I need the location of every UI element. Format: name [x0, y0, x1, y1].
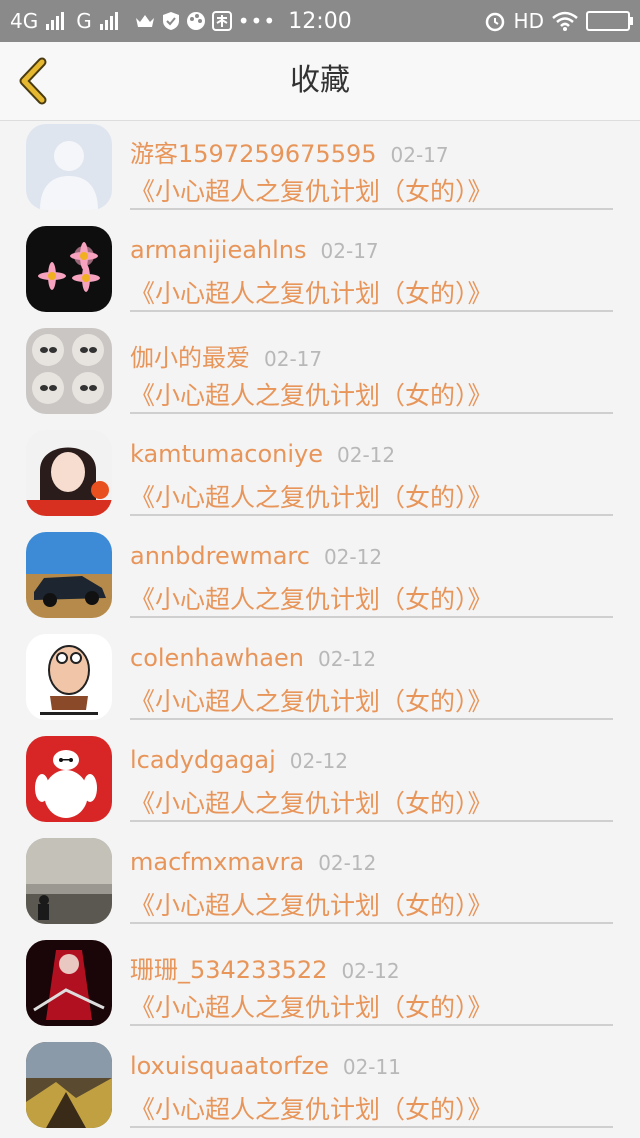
item-header: 游客1597259675595 02-17	[130, 134, 449, 168]
item-header: colenhawhaen 02-12	[130, 644, 376, 676]
item-title: 《小心超人之复仇计划（女的）》	[130, 177, 493, 206]
username: colenhawhaen	[130, 644, 304, 672]
date-label: 02-12	[289, 749, 348, 773]
item-title: 《小心超人之复仇计划（女的）》	[130, 1095, 493, 1124]
divider	[130, 310, 613, 312]
wifi-icon	[552, 11, 578, 31]
favorites-list: 游客1597259675595 02-17 《小心超人之复仇计划（女的）》 arm…	[0, 120, 640, 1138]
username: macfmxmavra	[130, 848, 305, 876]
item-title: 《小心超人之复仇计划（女的）》	[130, 993, 493, 1022]
item-title: 《小心超人之复仇计划（女的）》	[130, 789, 493, 818]
avatar	[26, 532, 112, 618]
page-title: 收藏	[290, 63, 350, 98]
status-bar: 4G G ••• 12:00 HD	[0, 0, 640, 42]
list-item[interactable]: lcadydgagaj 02-12 《小心超人之复仇计划（女的）》	[0, 734, 640, 836]
date-label: 02-12	[323, 545, 383, 569]
item-title: 《小心超人之复仇计划（女的）》	[130, 891, 493, 920]
avatar	[26, 124, 112, 210]
item-title: 《小心超人之复仇计划（女的）》	[130, 279, 493, 308]
nav-bar: 收藏	[0, 42, 640, 121]
flowers-avatar-icon	[26, 226, 112, 312]
username: 伽小的最爱	[130, 344, 250, 372]
username: loxuisquaatorfze	[130, 1052, 329, 1080]
list-item[interactable]: macfmxmavra 02-12 《小心超人之复仇计划（女的）》	[0, 836, 640, 938]
list-item[interactable]: 珊珊_534233522 02-12 《小心超人之复仇计划（女的）》	[0, 938, 640, 1040]
username: 珊珊_534233522	[130, 956, 328, 984]
divider	[130, 208, 613, 210]
username: armanijieahlns	[130, 236, 307, 264]
list-item[interactable]: kamtumaconiye 02-12 《小心超人之复仇计划（女的）》	[0, 428, 640, 530]
baymax-avatar-icon	[26, 736, 112, 822]
username: kamtumaconiye	[130, 440, 323, 468]
avatar	[26, 430, 112, 516]
divider	[130, 1126, 613, 1128]
username: lcadydgagaj	[130, 746, 276, 774]
divider	[130, 718, 613, 720]
avatar	[26, 328, 112, 414]
avatar	[26, 838, 112, 924]
date-label: 02-17	[264, 347, 323, 371]
status-right: HD	[484, 0, 633, 42]
avatar	[26, 226, 112, 312]
alarm-icon	[485, 12, 504, 32]
divider	[130, 616, 613, 618]
cartoon-avatar-icon	[26, 634, 112, 720]
date-label: 02-12	[317, 647, 377, 671]
date-label: 02-12	[341, 959, 400, 983]
girl-photo-avatar-icon	[26, 430, 112, 516]
list-item[interactable]: loxuisquaatorfze 02-11 《小心超人之复仇计划（女的）》	[0, 1040, 640, 1138]
list-item[interactable]: colenhawhaen 02-12 《小心超人之复仇计划（女的）》	[0, 632, 640, 734]
seaside-photo-avatar-icon	[26, 838, 112, 924]
item-header: armanijieahlns 02-17	[130, 236, 379, 268]
red-anime-avatar-icon	[26, 940, 112, 1026]
divider	[130, 820, 613, 822]
date-label: 02-12	[318, 851, 377, 875]
list-item[interactable]: annbdrewmarc 02-12 《小心超人之复仇计划（女的）》	[0, 530, 640, 632]
divider	[130, 1024, 613, 1026]
item-header: annbdrewmarc 02-12	[130, 542, 382, 574]
username: 游客1597259675595	[130, 140, 377, 168]
item-header: lcadydgagaj 02-12	[130, 746, 348, 778]
list-item[interactable]: 伽小的最爱 02-17 《小心超人之复仇计划（女的）》	[0, 326, 640, 428]
item-header: 伽小的最爱 02-17	[130, 338, 323, 372]
date-label: 02-11	[342, 1055, 401, 1079]
divider	[130, 514, 613, 516]
avatar	[26, 1042, 112, 1128]
raccoons-avatar-icon	[26, 328, 112, 414]
battery-icon	[586, 11, 633, 31]
car-photo-avatar-icon	[26, 532, 112, 618]
item-title: 《小心超人之复仇计划（女的）》	[130, 483, 493, 512]
date-label: 02-17	[390, 143, 449, 167]
list-item[interactable]: 游客1597259675595 02-17 《小心超人之复仇计划（女的）》	[0, 122, 640, 224]
avatar	[26, 940, 112, 1026]
date-label: 02-12	[337, 443, 396, 467]
painting-avatar-icon	[26, 1042, 112, 1128]
list-item[interactable]: armanijieahlns 02-17 《小心超人之复仇计划（女的）》	[0, 224, 640, 326]
date-label: 02-17	[320, 239, 379, 263]
avatar	[26, 736, 112, 822]
avatar	[26, 634, 112, 720]
divider	[130, 922, 613, 924]
divider	[130, 412, 613, 414]
item-header: macfmxmavra 02-12	[130, 848, 376, 880]
item-header: loxuisquaatorfze 02-11	[130, 1052, 401, 1084]
item-title: 《小心超人之复仇计划（女的）》	[130, 585, 493, 614]
item-header: kamtumaconiye 02-12	[130, 440, 395, 472]
default-avatar-icon	[26, 124, 112, 210]
username: annbdrewmarc	[130, 542, 310, 570]
hd-label: HD	[513, 9, 544, 33]
item-title: 《小心超人之复仇计划（女的）》	[130, 687, 493, 716]
item-header: 珊珊_534233522 02-12	[130, 950, 400, 984]
item-title: 《小心超人之复仇计划（女的）》	[130, 381, 493, 410]
